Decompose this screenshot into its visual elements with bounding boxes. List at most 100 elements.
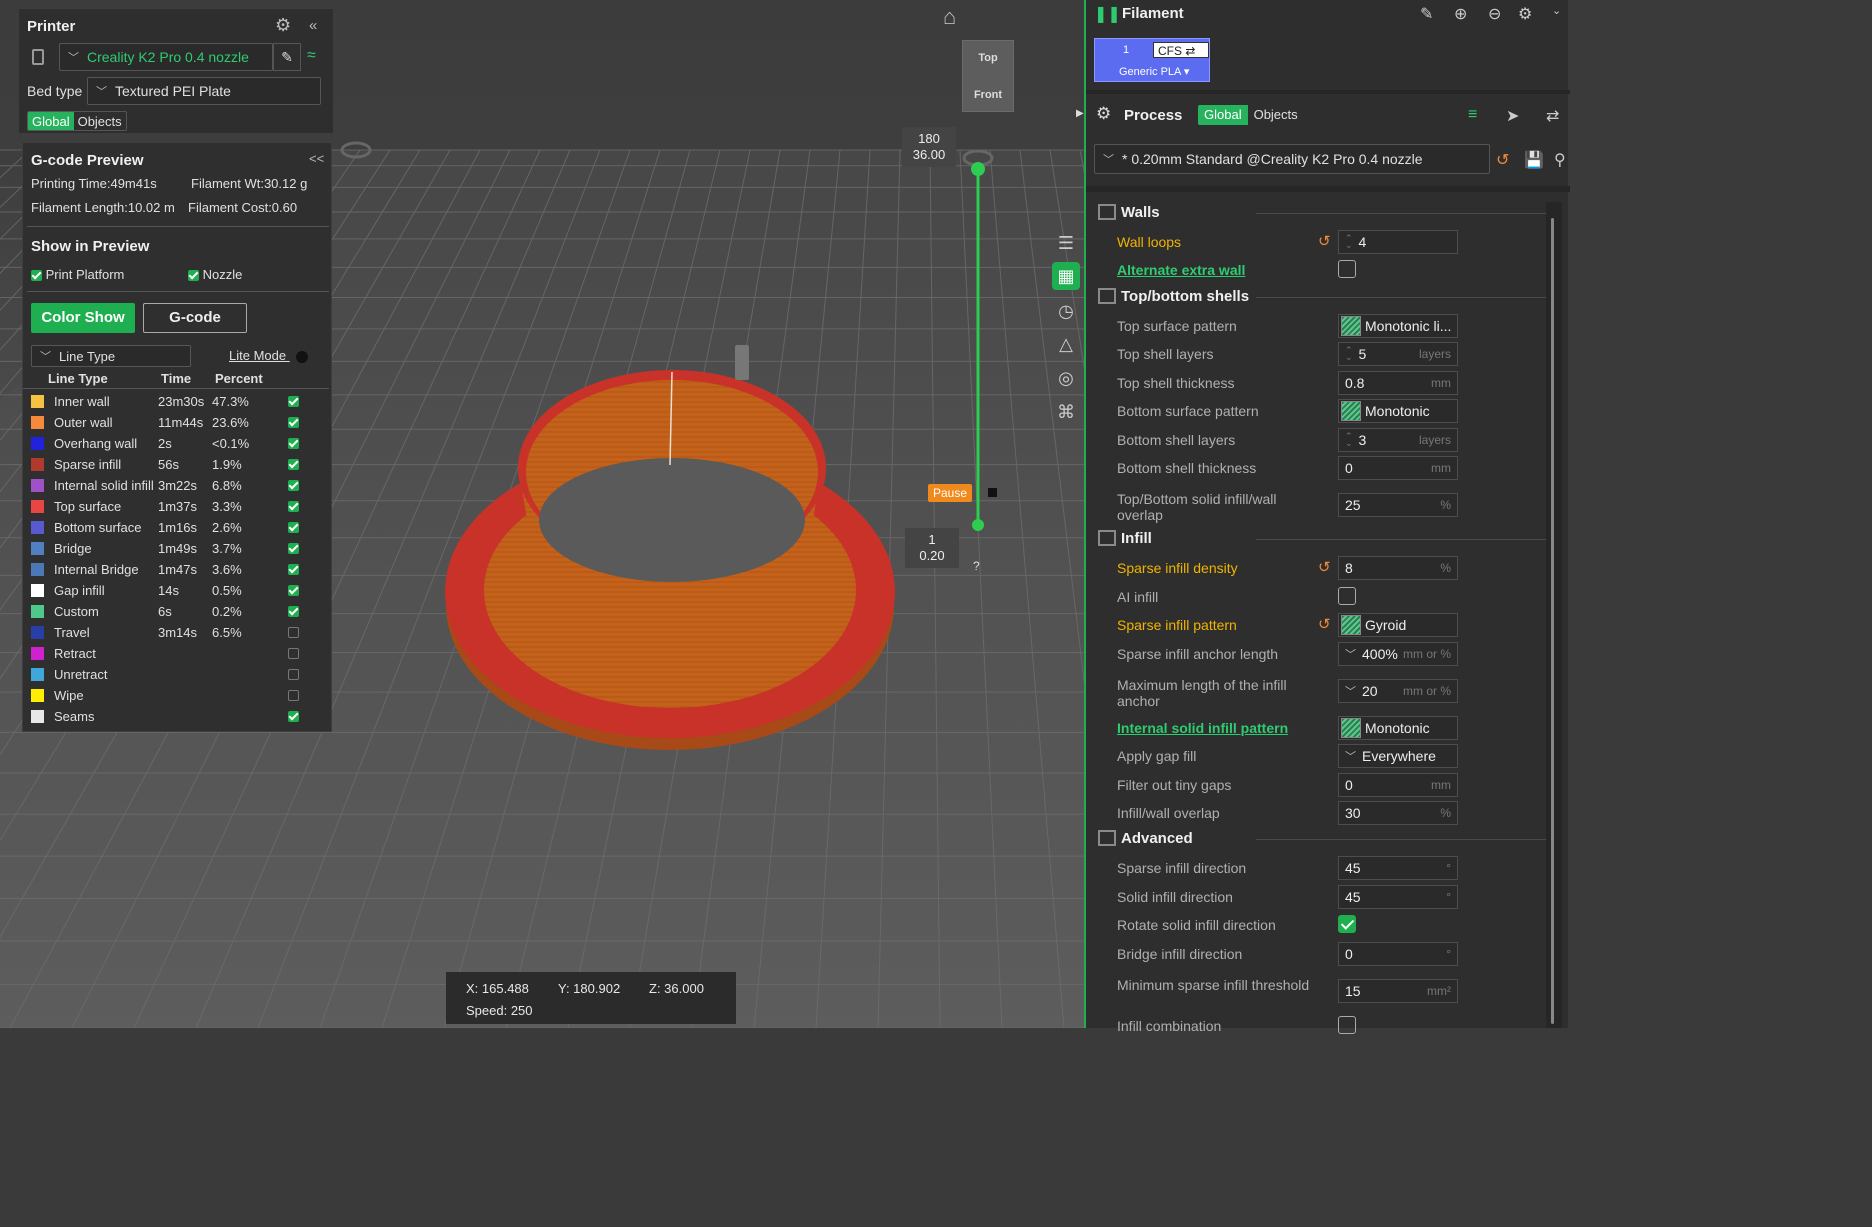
- process-preset-select[interactable]: ﹀ * 0.20mm Standard @Creality K2 Pro 0.4…: [1094, 144, 1490, 174]
- param-input[interactable]: Gyroid: [1338, 613, 1458, 637]
- collapse-arrow-icon[interactable]: ▶: [1076, 108, 1084, 119]
- visibility-checkbox[interactable]: [288, 480, 299, 491]
- support-paint-icon[interactable]: △: [1052, 330, 1080, 358]
- color-swatch[interactable]: [31, 689, 44, 702]
- color-swatch[interactable]: [31, 626, 44, 639]
- cfs-button[interactable]: CFS ⇄: [1153, 42, 1209, 58]
- param-input[interactable]: 45 °: [1338, 856, 1458, 880]
- chevron-down-icon[interactable]: ⌄: [1552, 4, 1561, 17]
- param-input[interactable]: 0 mm: [1338, 773, 1458, 797]
- nozzle-toggle[interactable]: Nozzle: [188, 267, 242, 282]
- chevron-down-icon[interactable]: ﹀: [1345, 646, 1356, 662]
- visibility-checkbox[interactable]: [288, 606, 299, 617]
- visibility-checkbox[interactable]: [288, 564, 299, 575]
- param-checkbox[interactable]: [1338, 1016, 1356, 1034]
- bed-type-select[interactable]: ﹀ Textured PEI Plate: [87, 77, 321, 105]
- param-checkbox[interactable]: [1338, 915, 1356, 933]
- param-input[interactable]: 0.8 mm: [1338, 371, 1458, 395]
- add-circle-icon[interactable]: ⊕: [1454, 4, 1467, 24]
- line-type-row[interactable]: Overhang wall 2s <0.1%: [23, 433, 329, 454]
- visibility-checkbox[interactable]: [288, 417, 299, 428]
- visibility-checkbox[interactable]: [288, 459, 299, 470]
- color-swatch[interactable]: [31, 605, 44, 618]
- param-input[interactable]: Monotonic: [1338, 399, 1458, 423]
- chevron-down-icon[interactable]: ﹀: [1345, 683, 1356, 699]
- reset-icon[interactable]: ↺: [1318, 232, 1331, 250]
- stepper-icon[interactable]: ⌃ ⌄: [1345, 432, 1353, 448]
- stepper-icon[interactable]: ⌃ ⌄: [1345, 234, 1353, 250]
- visibility-checkbox[interactable]: [288, 690, 299, 701]
- gear-icon[interactable]: ⚙: [275, 15, 291, 36]
- gear-icon[interactable]: ⚙: [1518, 4, 1532, 24]
- line-type-row[interactable]: Outer wall 11m44s 23.6%: [23, 412, 329, 433]
- visibility-checkbox[interactable]: [288, 501, 299, 512]
- color-swatch[interactable]: [31, 563, 44, 576]
- collapse-icon[interactable]: «: [309, 17, 317, 34]
- preview-grid-icon[interactable]: ▦: [1052, 262, 1080, 290]
- visibility-checkbox[interactable]: [288, 438, 299, 449]
- param-input[interactable]: 45 °: [1338, 885, 1458, 909]
- print-platform-toggle[interactable]: Print Platform: [31, 267, 124, 282]
- layer-slider-bottom-handle[interactable]: [972, 519, 984, 531]
- param-checkbox[interactable]: [1338, 260, 1356, 278]
- color-swatch[interactable]: [31, 500, 44, 513]
- visibility-checkbox[interactable]: [288, 543, 299, 554]
- collapse-icon[interactable]: <<: [309, 151, 324, 166]
- param-input[interactable]: Monotonic li...: [1338, 314, 1458, 338]
- color-swatch[interactable]: [31, 584, 44, 597]
- tab-objects[interactable]: Objects: [1248, 105, 1304, 125]
- gcode-button[interactable]: G-code: [143, 303, 247, 333]
- color-swatch[interactable]: [31, 437, 44, 450]
- visibility-checkbox[interactable]: [288, 711, 299, 722]
- color-show-button[interactable]: Color Show: [31, 303, 135, 333]
- param-label[interactable]: Alternate extra wall: [1117, 262, 1322, 278]
- view-cube-top[interactable]: Top: [963, 52, 1013, 64]
- search-icon[interactable]: ⚲: [1554, 150, 1566, 170]
- param-input[interactable]: ﹀ 20 mm or %: [1338, 679, 1458, 703]
- visibility-checkbox[interactable]: [288, 627, 299, 638]
- material-select[interactable]: Generic PLA ▾: [1119, 65, 1189, 78]
- filament-slot[interactable]: 1 CFS ⇄ Generic PLA ▾: [1094, 38, 1210, 82]
- line-type-row[interactable]: Gap infill 14s 0.5%: [23, 580, 329, 601]
- pause-button[interactable]: Pause: [928, 484, 973, 502]
- param-input[interactable]: ﹀ Everywhere: [1338, 744, 1458, 768]
- printer-select[interactable]: ﹀ Creality K2 Pro 0.4 nozzle: [59, 43, 273, 71]
- param-input[interactable]: ⌃ ⌄ 5 layers: [1338, 342, 1458, 366]
- view-cube-front[interactable]: Front: [963, 89, 1013, 101]
- param-label[interactable]: Internal solid infill pattern: [1117, 720, 1322, 736]
- process-scope-toggle[interactable]: Global Objects: [1198, 105, 1304, 125]
- param-input[interactable]: 0 °: [1338, 942, 1458, 966]
- line-type-row[interactable]: Inner wall 23m30s 47.3%: [23, 391, 329, 412]
- color-swatch[interactable]: [31, 479, 44, 492]
- param-input[interactable]: ⌃ ⌄ 3 layers: [1338, 428, 1458, 452]
- line-type-row[interactable]: Retract: [23, 643, 329, 664]
- speed-gauge-icon[interactable]: ◷: [1052, 297, 1080, 325]
- list-settings-icon[interactable]: ≡: [1468, 106, 1477, 124]
- checkbox[interactable]: [188, 270, 199, 282]
- compare-icon[interactable]: ⇄: [1546, 106, 1559, 126]
- color-swatch[interactable]: [31, 668, 44, 681]
- param-input[interactable]: ﹀ 400% mm or %: [1338, 642, 1458, 666]
- wifi-icon[interactable]: ≈: [307, 47, 316, 65]
- line-type-row[interactable]: Bottom surface 1m16s 2.6%: [23, 517, 329, 538]
- layer-slider-top-handle[interactable]: [971, 162, 985, 176]
- command-icon[interactable]: ⌘: [1052, 398, 1080, 426]
- checkbox[interactable]: [31, 270, 42, 282]
- param-input[interactable]: 30%: [1338, 801, 1458, 825]
- color-swatch[interactable]: [31, 710, 44, 723]
- color-swatch[interactable]: [31, 416, 44, 429]
- rocket-icon[interactable]: ➤: [1506, 106, 1519, 126]
- tab-objects[interactable]: Objects: [74, 112, 126, 130]
- visibility-checkbox[interactable]: [288, 648, 299, 659]
- param-input[interactable]: 25%: [1338, 493, 1458, 517]
- lite-mode-toggle[interactable]: Lite Mode: [229, 348, 308, 363]
- visibility-checkbox[interactable]: [288, 669, 299, 680]
- line-type-row[interactable]: Wipe: [23, 685, 329, 706]
- line-type-row[interactable]: Bridge 1m49s 3.7%: [23, 538, 329, 559]
- param-input[interactable]: 8%: [1338, 556, 1458, 580]
- color-swatch[interactable]: [31, 458, 44, 471]
- line-type-row[interactable]: Custom 6s 0.2%: [23, 601, 329, 622]
- scrollbar[interactable]: [1546, 202, 1562, 1028]
- home-icon[interactable]: ⌂: [943, 4, 956, 30]
- reset-icon[interactable]: ↺: [1496, 150, 1509, 170]
